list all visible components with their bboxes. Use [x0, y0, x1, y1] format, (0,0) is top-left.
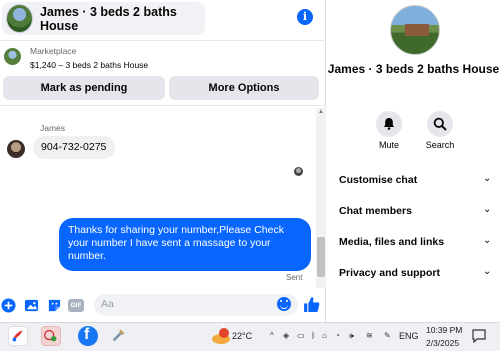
gif-button[interactable]: GIF: [68, 299, 84, 312]
battery-saver-icon[interactable]: ▭: [297, 331, 305, 340]
conversation-avatar-large: [390, 5, 440, 55]
seen-indicator-avatar: [294, 167, 303, 176]
listing-thumbnail: [4, 48, 21, 65]
add-plus-icon[interactable]: [1, 298, 16, 313]
chevron-down-icon[interactable]: ⌄: [483, 204, 491, 215]
search-label: Search: [425, 140, 455, 150]
sender-name: James: [40, 123, 66, 133]
marketplace-label: Marketplace: [30, 46, 77, 56]
bell-icon: [384, 118, 394, 130]
mute-button[interactable]: [376, 111, 402, 137]
emoji-icon[interactable]: [277, 297, 291, 311]
chevron-down-icon[interactable]: ⌄: [483, 266, 491, 277]
sticker-icon[interactable]: [47, 298, 62, 313]
language-indicator[interactable]: ENG: [399, 331, 419, 341]
conversation-avatar: [6, 4, 33, 33]
wifi-icon[interactable]: ≋: [366, 331, 373, 340]
more-options-button[interactable]: More Options: [169, 76, 319, 100]
menu-item-privacy-support[interactable]: Privacy and support: [339, 267, 497, 279]
tray-app-icon[interactable]: ◈: [283, 331, 289, 340]
search-button[interactable]: [427, 111, 453, 137]
menu-item-media-files-links[interactable]: Media, files and links: [339, 236, 497, 248]
mute-label: Mute: [378, 140, 399, 150]
incoming-message-bubble[interactable]: 904-732-0275: [33, 136, 115, 159]
scroll-up-arrow-icon[interactable]: ▲: [318, 109, 324, 115]
clock-date[interactable]: 2/3/2025: [426, 338, 459, 348]
photo-icon[interactable]: [24, 298, 39, 313]
volume-icon[interactable]: 🕪: [349, 331, 354, 341]
taskbar-app-paint-icon[interactable]: [8, 326, 28, 346]
info-icon[interactable]: i: [297, 9, 313, 25]
weather-badge: 1: [221, 324, 225, 330]
menu-item-chat-members[interactable]: Chat members: [339, 205, 497, 217]
chevron-down-icon[interactable]: ⌄: [483, 235, 491, 246]
temperature[interactable]: 22°C: [232, 331, 252, 341]
facebook-icon[interactable]: f: [78, 326, 98, 346]
chevron-up-icon[interactable]: ^: [270, 331, 274, 340]
chat-pane: James · 3 beds 2 baths House i Marketpla…: [0, 0, 326, 322]
messenger-window: James · 3 beds 2 baths House i Marketpla…: [0, 0, 500, 322]
sender-avatar[interactable]: [7, 140, 25, 158]
pen-icon[interactable]: ✎: [384, 331, 391, 340]
conversation-title: James · 3 beds 2 baths House: [39, 4, 177, 33]
listing-divider: [0, 105, 326, 106]
search-icon: [433, 117, 447, 131]
bluetooth-icon[interactable]: ᛒ: [311, 331, 316, 340]
listing-description: $1,240 – 3 beds 2 baths House: [30, 60, 149, 70]
details-title: James · 3 beds 2 baths House: [327, 62, 500, 76]
outgoing-message-bubble[interactable]: Thanks for sharing your number,Please Ch…: [59, 218, 311, 271]
message-status: Sent: [286, 273, 303, 282]
taskbar-app-active-icon[interactable]: [41, 326, 61, 346]
location-icon[interactable]: ◔: [335, 331, 340, 340]
chevron-down-icon[interactable]: ⌄: [483, 173, 491, 184]
clock-time[interactable]: 10:39 PM: [426, 325, 462, 335]
message-input[interactable]: [94, 294, 298, 316]
taskbar-app-tools-icon[interactable]: [110, 326, 130, 346]
notification-icon[interactable]: [472, 329, 486, 343]
house-image: [405, 24, 429, 36]
network-icon[interactable]: ⌂: [322, 331, 327, 340]
chat-scrollbar-thumb[interactable]: [317, 237, 325, 277]
menu-item-customise-chat[interactable]: Customise chat: [339, 174, 497, 186]
like-thumbs-up-icon[interactable]: [303, 296, 320, 313]
mark-as-pending-button[interactable]: Mark as pending: [3, 76, 165, 100]
message-input-placeholder: Aa: [101, 298, 114, 310]
conversation-header[interactable]: James · 3 beds 2 baths House: [2, 2, 205, 35]
marketplace-listing[interactable]: Marketplace $1,240 – 3 beds 2 baths Hous…: [0, 41, 326, 73]
